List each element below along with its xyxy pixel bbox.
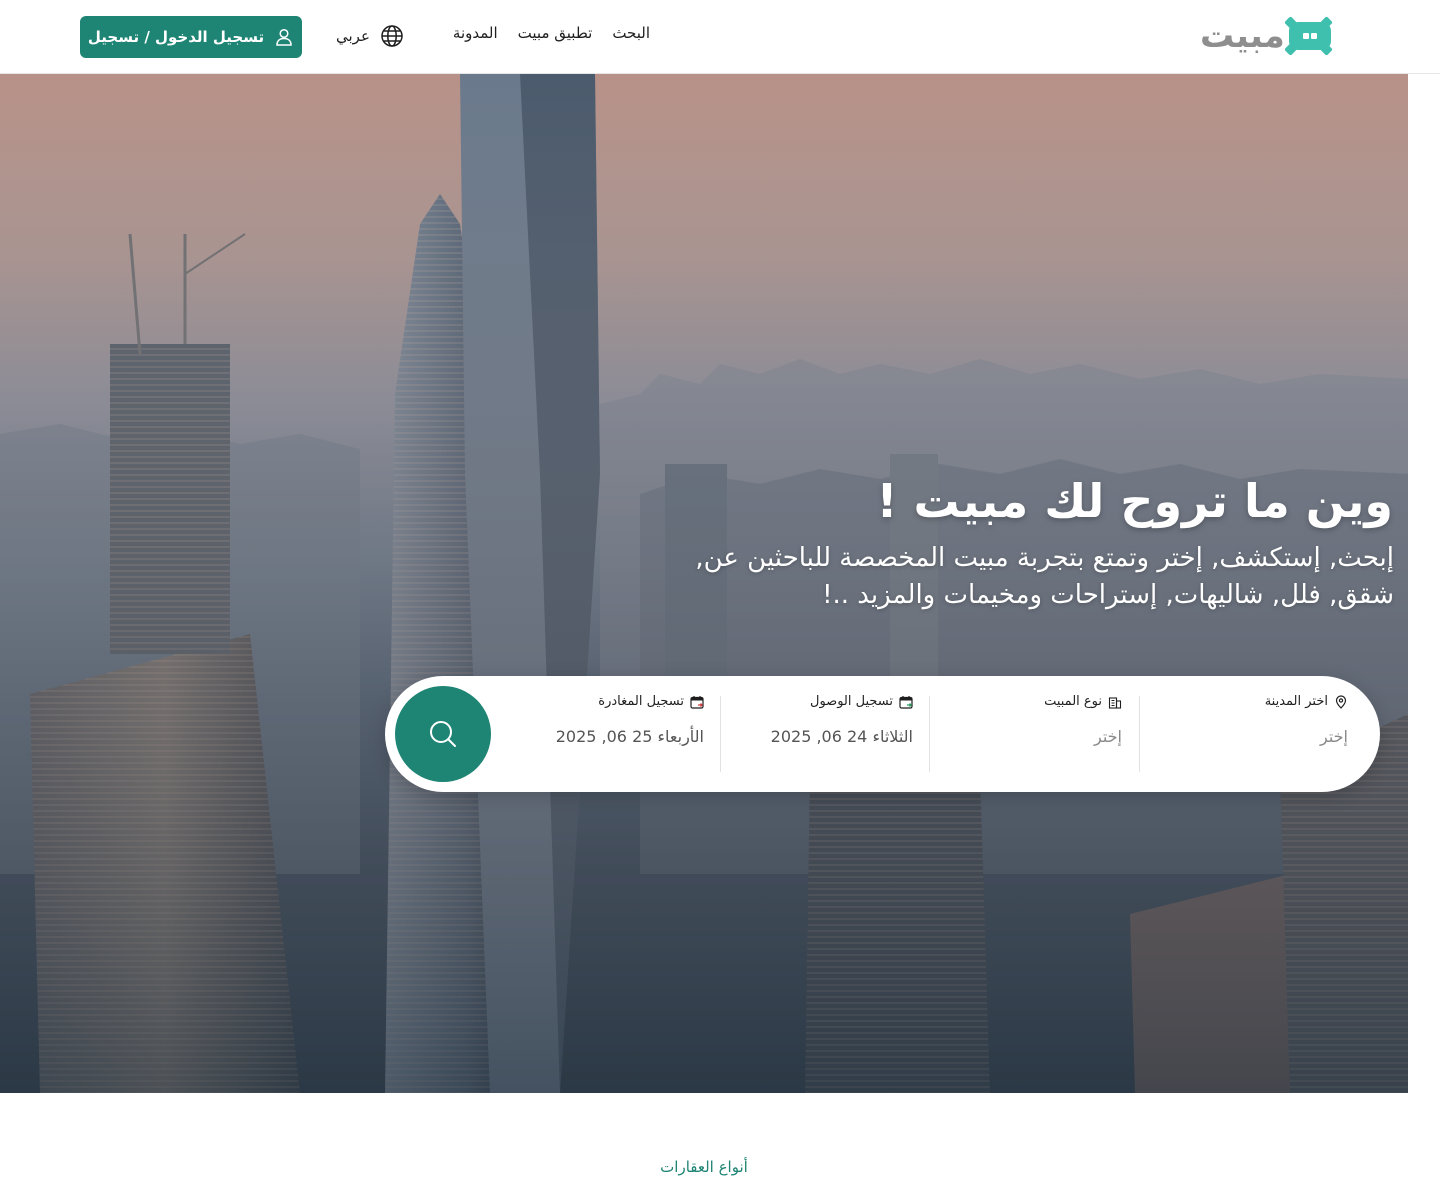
building-icon: [1108, 696, 1122, 709]
user-icon: [276, 28, 292, 46]
check-out-label: تسجيل المغادرة: [598, 694, 684, 709]
nav-item-search[interactable]: البحث: [612, 24, 650, 42]
field-divider: [720, 696, 721, 772]
property-type-value: إختر: [1094, 727, 1122, 746]
login-register-button[interactable]: تسجيل الدخول / تسجيل: [80, 16, 302, 58]
search-button[interactable]: [395, 686, 491, 782]
property-type-label: نوع المبيت: [1044, 694, 1102, 709]
globe-icon: [381, 25, 403, 47]
logo[interactable]: مبيت: [1200, 15, 1333, 57]
hero-title: وين ما تروح لك مبيت !: [876, 474, 1393, 528]
location-pin-icon: [1335, 694, 1347, 709]
check-in-value: الثلاثاء 24 06, 2025: [770, 727, 913, 746]
city-select[interactable]: اختر المدينة إختر: [1158, 694, 1348, 772]
check-in-label: تسجيل الوصول: [810, 694, 893, 709]
section-tag: أنواع العقارات: [660, 1158, 748, 1176]
check-in-date-picker[interactable]: تسجيل الوصول الثلاثاء 24 06, 2025: [723, 694, 913, 772]
calendar-in-icon: [899, 695, 913, 709]
hero-subtitle: إبحث, إستكشف, إختر وتمتع بتجربة مبيت الم…: [695, 543, 1394, 610]
check-out-value: الأربعاء 25 06, 2025: [555, 727, 704, 746]
language-switcher[interactable]: عربي: [336, 24, 404, 48]
login-register-label: تسجيل الدخول / تسجيل: [87, 28, 265, 46]
hero-section: وين ما تروح لك مبيت ! إبحث, إستكشف, إختر…: [0, 74, 1408, 1093]
nav-item-blog[interactable]: المدونة: [453, 24, 498, 42]
property-type-select[interactable]: نوع المبيت إختر: [932, 694, 1122, 772]
main-nav: البحث تطبيق مبيت المدونة: [453, 24, 650, 42]
language-label: عربي: [336, 27, 370, 45]
logo-text: مبيت: [1200, 16, 1285, 56]
field-divider: [1139, 696, 1140, 772]
logo-pillow-icon: [1283, 16, 1333, 56]
search-bar: اختر المدينة إختر نوع المبيت إختر تسجيل …: [385, 676, 1380, 792]
top-header: مبيت البحث تطبيق مبيت المدونة عربي تسجيل…: [0, 0, 1440, 74]
city-label: اختر المدينة: [1264, 694, 1328, 709]
field-divider: [929, 696, 930, 772]
search-icon: [430, 721, 456, 747]
nav-item-app[interactable]: تطبيق مبيت: [518, 24, 593, 42]
calendar-out-icon: [690, 695, 704, 709]
city-value: إختر: [1320, 727, 1348, 746]
check-out-date-picker[interactable]: تسجيل المغادرة الأربعاء 25 06, 2025: [504, 694, 704, 772]
